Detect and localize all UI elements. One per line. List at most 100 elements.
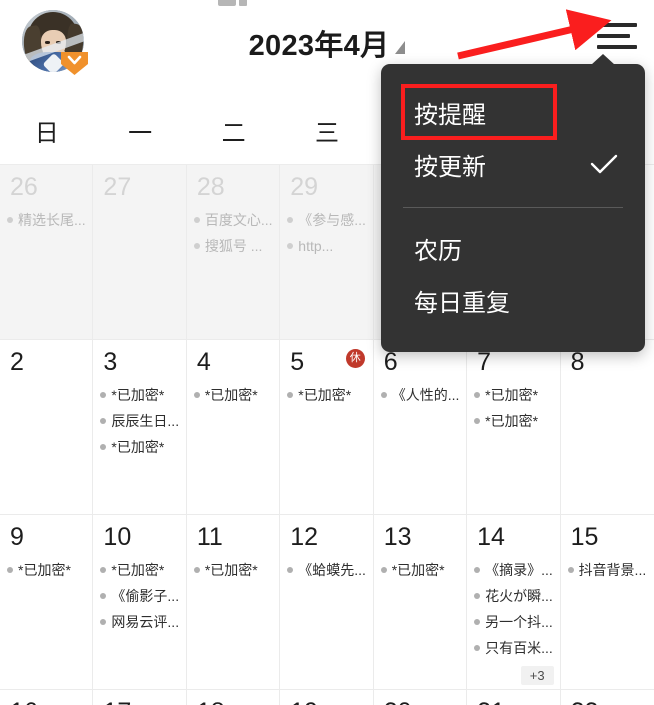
day-event-item[interactable]: *已加密* (474, 382, 555, 408)
day-number: 16 (0, 690, 92, 705)
day-event-item[interactable]: *已加密* (193, 557, 275, 583)
battery-icon (239, 0, 247, 6)
sort-options-menu[interactable]: 按提醒按更新农历 每日重复 (381, 54, 645, 352)
day-event-item[interactable]: 辰辰生日... (100, 408, 181, 434)
event-dot-icon (567, 567, 574, 573)
event-label: 辰辰生日... (111, 413, 180, 429)
day-event-item[interactable]: 《摘录》... (474, 557, 555, 583)
calendar-day-cell[interactable]: 13 *已加密* (373, 515, 468, 689)
event-label: *已加密* (485, 413, 539, 429)
day-event-item[interactable]: 另一个抖... (474, 609, 555, 635)
day-event-item[interactable]: 《偷影子... (100, 583, 181, 609)
calendar-day-cell[interactable]: 4 *已加密* (186, 340, 281, 514)
event-dot-icon (474, 645, 481, 651)
day-event-item[interactable]: http... (287, 233, 368, 259)
calendar-day-cell[interactable]: 11 *已加密* (186, 515, 281, 689)
day-event-list: *已加密* (187, 382, 279, 408)
event-dot-icon (474, 418, 481, 424)
day-number: 27 (103, 173, 132, 201)
day-event-item[interactable]: *已加密* (287, 382, 368, 408)
calendar-day-cell[interactable]: 14 《摘录》... 花火が瞬... 另一个抖... 只有百米... +3 (467, 515, 561, 689)
calendar-day-cell[interactable]: 15 抖音背景... (560, 515, 654, 689)
event-label: 抖音背景... (578, 562, 647, 578)
more-events-badge[interactable]: +3 (520, 666, 554, 685)
day-event-item[interactable]: 搜狐号 ... (193, 233, 275, 259)
day-event-item[interactable]: 只有百米... (474, 635, 555, 661)
calendar-day-cell[interactable]: 10 *已加密* 《偷影子... 网易云评... (93, 515, 187, 689)
menu-item-label: 按提醒 (414, 101, 486, 129)
month-title-label[interactable]: 2023年4月 (249, 22, 390, 64)
hamburger-menu-icon[interactable] (597, 20, 637, 52)
day-event-list: 《摘录》... 花火が瞬... 另一个抖... 只有百米... (467, 557, 559, 661)
day-event-item[interactable]: 《人性的... (380, 382, 462, 408)
calendar-day-cell[interactable]: 7 *已加密* *已加密* (467, 340, 561, 514)
avatar[interactable] (22, 10, 88, 75)
signal-icon (218, 0, 236, 6)
event-label: *已加密* (111, 387, 165, 403)
day-event-item[interactable]: 抖音背景... (567, 557, 650, 583)
status-bar (0, 0, 654, 9)
day-event-item[interactable]: 花火が瞬... (474, 583, 555, 609)
menu-item-2[interactable]: 按更新 (381, 138, 645, 190)
day-event-item[interactable]: 《蛤蟆先... (287, 557, 368, 583)
day-event-item[interactable]: *已加密* (193, 382, 275, 408)
day-event-item[interactable]: *已加密* (474, 408, 555, 434)
event-dot-icon (100, 392, 107, 398)
calendar-day-cell[interactable]: 18 (186, 690, 281, 705)
calendar-day-cell[interactable]: 28 百度文心... 搜狐号 ... (186, 165, 281, 339)
event-label: 《蛤蟆先... (298, 562, 366, 578)
calendar-day-cell[interactable]: 20 (373, 690, 468, 705)
event-label: 精选长尾... (18, 212, 86, 228)
event-label: *已加密* (18, 562, 71, 578)
calendar-day-cell[interactable]: 8 (560, 340, 654, 514)
day-event-item[interactable]: *已加密* (100, 434, 181, 460)
day-event-item[interactable]: 网易云评... (100, 609, 181, 635)
event-dot-icon (7, 217, 13, 223)
day-event-list: *已加密* (280, 382, 372, 408)
dropdown-caret-icon[interactable] (395, 41, 406, 54)
event-label: 《参与感... (298, 212, 366, 228)
day-number: 28 (196, 173, 225, 201)
menu-item-1[interactable]: 按提醒 (401, 84, 557, 140)
day-event-list: *已加密* 《偷影子... 网易云评... (93, 557, 185, 635)
event-dot-icon (380, 392, 387, 398)
event-label: 《偷影子... (111, 588, 180, 604)
event-dot-icon (193, 567, 200, 573)
calendar-day-cell[interactable]: 27 (93, 165, 187, 339)
checkmark-icon (589, 152, 619, 176)
menu-item-4[interactable]: 每日重复 (381, 274, 645, 326)
calendar-day-cell[interactable]: 9 *已加密* (0, 515, 94, 689)
calendar-day-cell[interactable]: 22 (560, 690, 654, 705)
calendar-day-cell[interactable]: 29 《参与感... http... (280, 165, 374, 339)
event-dot-icon (474, 593, 481, 599)
calendar-day-cell[interactable]: 16 (0, 690, 94, 705)
day-event-item[interactable]: 百度文心... (193, 207, 275, 233)
calendar-day-cell[interactable]: 5 休 *已加密* (280, 340, 374, 514)
event-label: *已加密* (485, 387, 539, 403)
calendar-day-cell[interactable]: 17 (93, 690, 187, 705)
calendar-day-cell[interactable]: 2 (0, 340, 94, 514)
calendar-day-cell[interactable]: 6 《人性的... (373, 340, 468, 514)
day-event-item[interactable]: *已加密* (7, 557, 88, 583)
day-number: 15 (570, 523, 599, 551)
day-number: 3 (103, 348, 118, 376)
event-label: *已加密* (204, 562, 258, 578)
day-event-item[interactable]: 《参与感... (287, 207, 368, 233)
day-event-item[interactable]: 精选长尾... (7, 207, 88, 233)
calendar-day-cell[interactable]: 12 《蛤蟆先... (280, 515, 374, 689)
calendar-day-cell[interactable]: 26 精选长尾... (0, 165, 94, 339)
event-dot-icon (287, 567, 294, 573)
calendar-day-cell[interactable]: 21 (467, 690, 561, 705)
calendar-day-cell[interactable]: 3 *已加密* 辰辰生日... *已加密* (93, 340, 187, 514)
day-event-list: *已加密* *已加密* (467, 382, 559, 434)
day-event-item[interactable]: *已加密* (100, 557, 181, 583)
event-dot-icon (7, 567, 13, 573)
event-label: *已加密* (298, 387, 352, 403)
day-event-item[interactable]: *已加密* (100, 382, 181, 408)
day-event-item[interactable]: *已加密* (380, 557, 462, 583)
holiday-badge: 休 (345, 349, 365, 368)
menu-item-3[interactable]: 农历 (381, 222, 645, 274)
event-label: 另一个抖... (485, 614, 553, 630)
calendar-day-cell[interactable]: 19 (280, 690, 374, 705)
day-number: 26 (10, 173, 38, 201)
